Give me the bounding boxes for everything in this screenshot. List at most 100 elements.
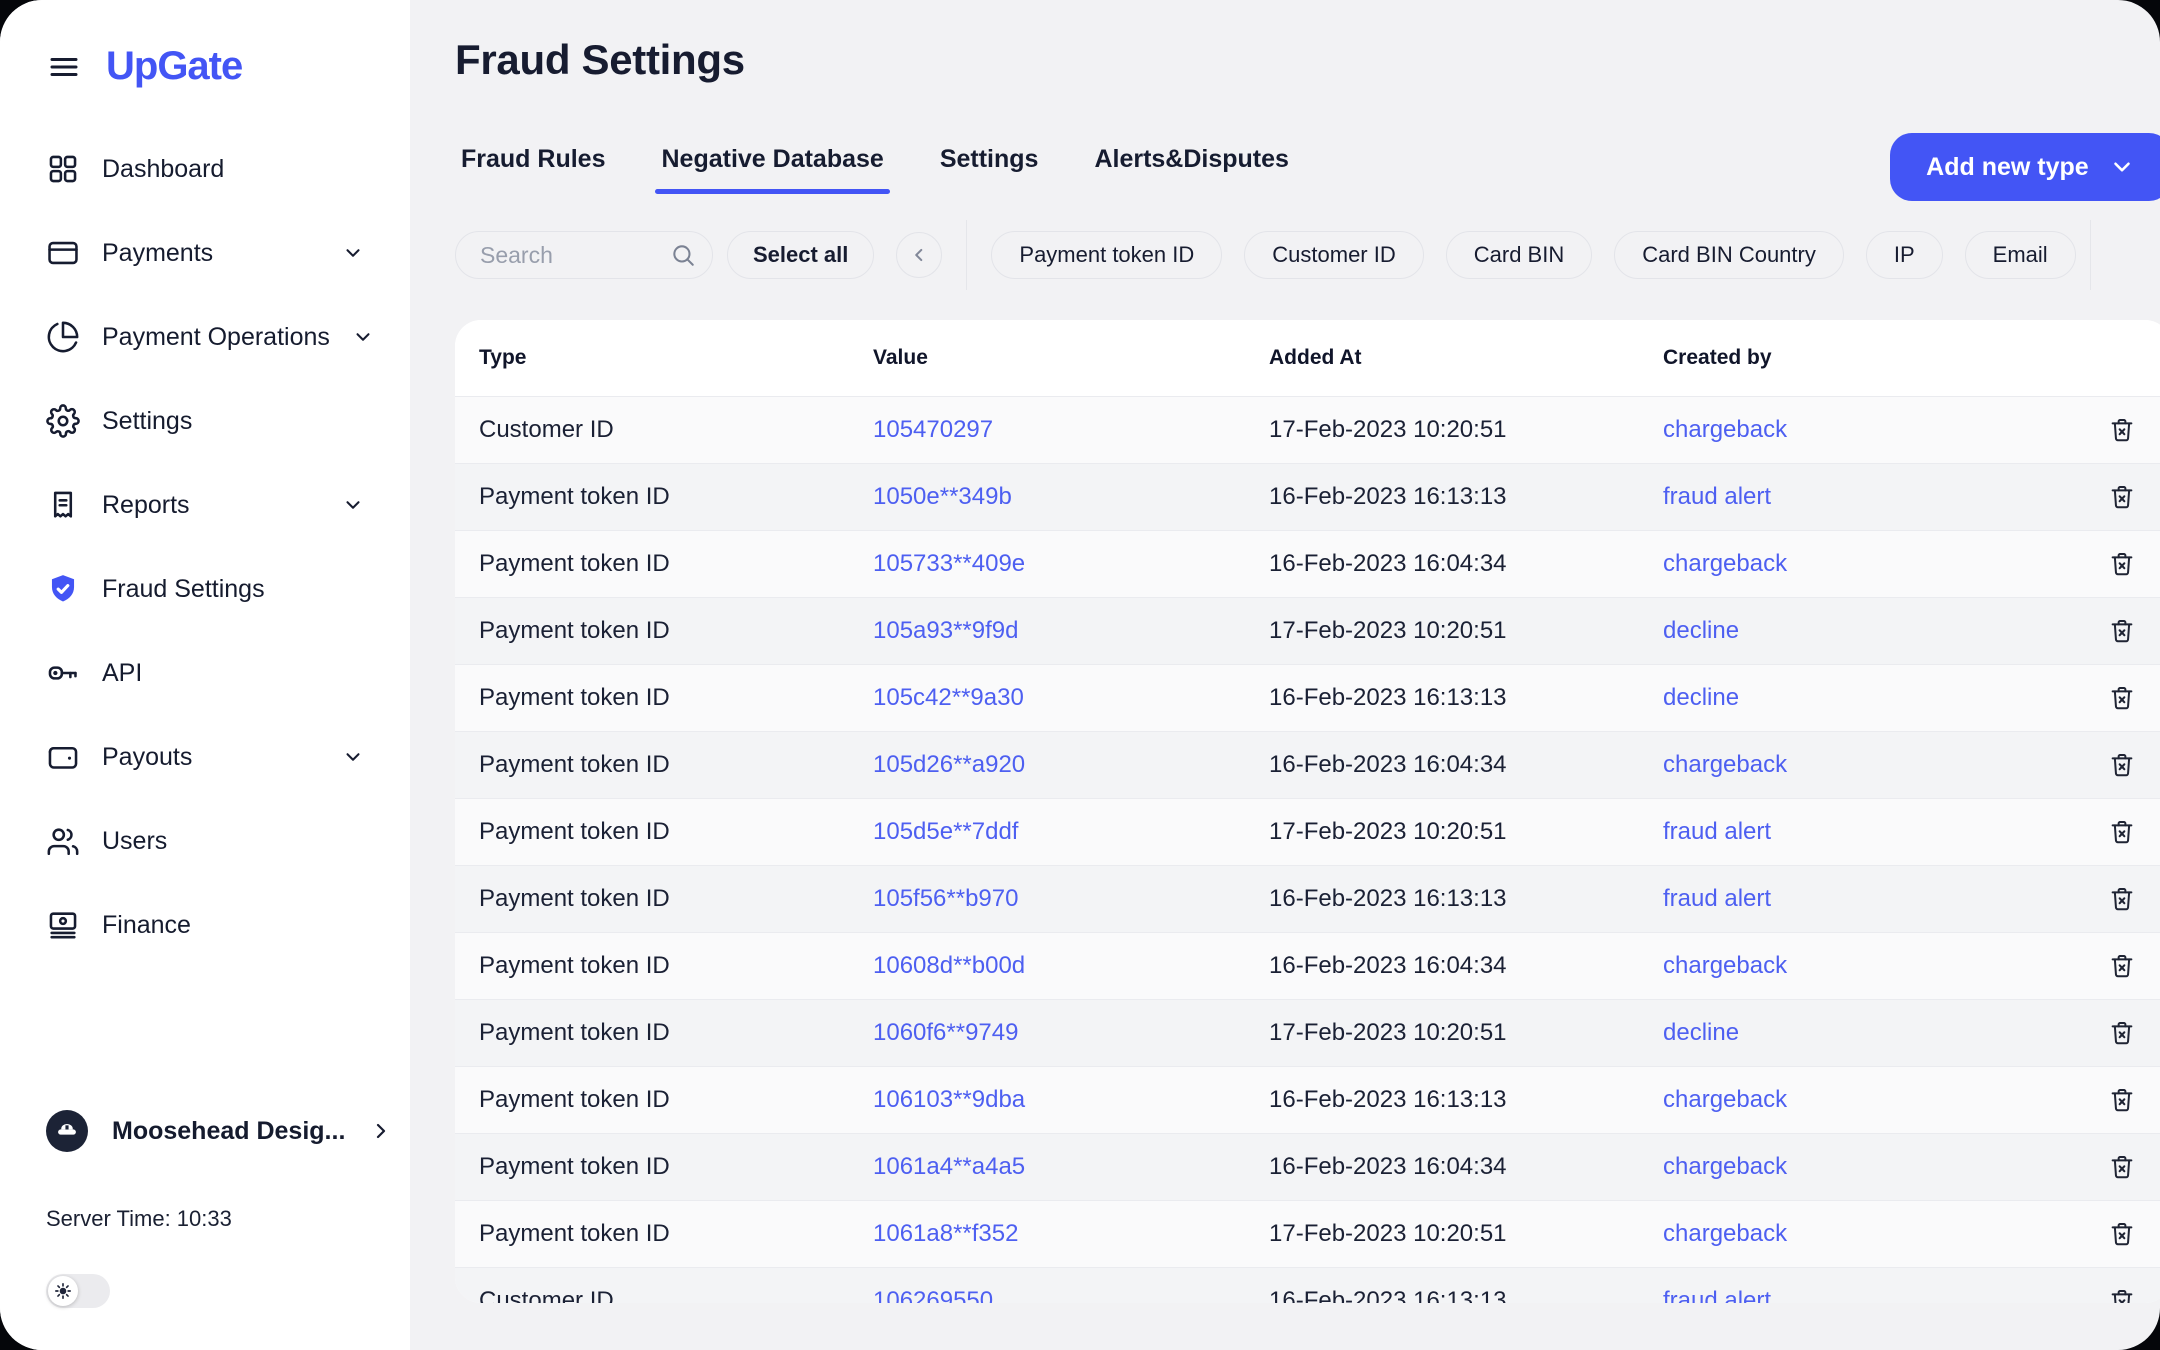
row-created-by-link[interactable]: fraud alert	[1663, 818, 1771, 845]
row-created-by-link[interactable]: fraud alert	[1663, 483, 1771, 510]
row-created-by-link[interactable]: chargeback	[1663, 1220, 1787, 1247]
row-value-link[interactable]: 105733**409e	[873, 550, 1025, 577]
table-row: Payment token ID 1050e**349b 16-Feb-2023…	[455, 463, 2160, 530]
sidebar-item-dashboard[interactable]: Dashboard	[0, 127, 410, 211]
delete-row-button[interactable]	[2105, 480, 2139, 514]
filter-chip[interactable]: IP	[1866, 231, 1943, 279]
sidebar-item-finance[interactable]: Finance	[0, 883, 410, 967]
delete-row-button[interactable]	[2105, 882, 2139, 916]
sidebar-item-fraud-settings[interactable]: Fraud Settings	[0, 547, 410, 631]
sidebar-item-settings[interactable]: Settings	[0, 379, 410, 463]
trash-icon	[2107, 1219, 2137, 1249]
sidebar-item-payment-operations[interactable]: Payment Operations	[0, 295, 410, 379]
sidebar-item-label: Payouts	[102, 743, 192, 772]
delete-row-button[interactable]	[2105, 413, 2139, 447]
trash-icon	[2107, 1085, 2137, 1115]
table-row: Payment token ID 105733**409e 16-Feb-202…	[455, 530, 2160, 597]
filter-chip[interactable]: Payment token ID	[991, 231, 1222, 279]
row-created-by-link[interactable]: chargeback	[1663, 1153, 1787, 1180]
row-value-link[interactable]: 1050e**349b	[873, 483, 1012, 510]
row-value-link[interactable]: 105d5e**7ddf	[873, 818, 1018, 845]
row-value-link[interactable]: 105470297	[873, 416, 993, 443]
select-all-button[interactable]: Select all	[727, 231, 874, 279]
row-created-by-link[interactable]: fraud alert	[1663, 885, 1771, 912]
sidebar-item-payouts[interactable]: Payouts	[0, 715, 410, 799]
row-value-link[interactable]: 105d26**a920	[873, 751, 1025, 778]
table-row: Customer ID 106269550 16-Feb-2023 16:13:…	[455, 1267, 2160, 1303]
row-created-by-link[interactable]: decline	[1663, 1019, 1739, 1046]
delete-row-button[interactable]	[2105, 614, 2139, 648]
add-new-type-button[interactable]: Add new type	[1890, 133, 2160, 201]
row-type: Payment token ID	[479, 550, 873, 578]
delete-row-button[interactable]	[2105, 547, 2139, 581]
filter-chip[interactable]: Card BIN Country	[1614, 231, 1844, 279]
row-added-at: 16-Feb-2023 16:04:34	[1269, 550, 1663, 578]
hamburger-menu-icon[interactable]	[46, 49, 82, 85]
banknote-icon	[46, 908, 80, 942]
table-row: Payment token ID 105d26**a920 16-Feb-202…	[455, 731, 2160, 798]
row-value-link[interactable]: 1061a8**f352	[873, 1220, 1018, 1247]
search-input[interactable]	[478, 241, 660, 270]
sidebar-item-reports[interactable]: Reports	[0, 463, 410, 547]
row-added-at: 16-Feb-2023 16:13:13	[1269, 684, 1663, 712]
filter-chip[interactable]: Email	[1965, 231, 2076, 279]
row-value-link[interactable]: 105f56**b970	[873, 885, 1018, 912]
filter-chip[interactable]: Customer ID	[1244, 231, 1423, 279]
row-created-by-link[interactable]: chargeback	[1663, 952, 1787, 979]
row-value-link[interactable]: 1061a4**a4a5	[873, 1153, 1025, 1180]
row-added-at: 17-Feb-2023 10:20:51	[1269, 818, 1663, 846]
row-value-link[interactable]: 105c42**9a30	[873, 684, 1024, 711]
sidebar-item-api[interactable]: API	[0, 631, 410, 715]
tab-negative-database[interactable]: Negative Database	[655, 144, 889, 194]
row-created-by-link[interactable]: decline	[1663, 617, 1739, 644]
row-value-link[interactable]: 106103**9dba	[873, 1086, 1025, 1113]
row-added-at: 16-Feb-2023 16:13:13	[1269, 885, 1663, 913]
table-row: Payment token ID 1061a4**a4a5 16-Feb-202…	[455, 1133, 2160, 1200]
row-added-at: 16-Feb-2023 16:04:34	[1269, 1153, 1663, 1181]
delete-row-button[interactable]	[2105, 1083, 2139, 1117]
delete-row-button[interactable]	[2105, 1150, 2139, 1184]
sidebar-item-label: API	[102, 659, 142, 688]
delete-row-button[interactable]	[2105, 949, 2139, 983]
column-header-created-by: Created by	[1663, 346, 2067, 370]
delete-row-button[interactable]	[2105, 1284, 2139, 1303]
sidebar-item-users[interactable]: Users	[0, 799, 410, 883]
theme-toggle[interactable]	[46, 1274, 110, 1308]
filter-chip[interactable]: Card BIN	[1446, 231, 1592, 279]
delete-row-button[interactable]	[2105, 815, 2139, 849]
tab-settings[interactable]: Settings	[934, 144, 1045, 194]
delete-row-button[interactable]	[2105, 1016, 2139, 1050]
row-created-by-link[interactable]: chargeback	[1663, 550, 1787, 577]
account-switcher[interactable]: Moosehead Desig...	[46, 1110, 366, 1152]
tab-alerts-disputes[interactable]: Alerts&Disputes	[1088, 144, 1295, 194]
trash-icon	[2107, 951, 2137, 981]
sun-icon	[48, 1276, 78, 1306]
main-content: Fraud Settings Add new type Fraud Rules …	[410, 0, 2160, 1350]
chevron-down-icon	[342, 242, 364, 264]
avatar	[46, 1110, 88, 1152]
row-created-by-link[interactable]: chargeback	[1663, 1086, 1787, 1113]
row-type: Payment token ID	[479, 483, 873, 511]
row-created-by-link[interactable]: chargeback	[1663, 751, 1787, 778]
row-value-link[interactable]: 1060f6**9749	[873, 1019, 1018, 1046]
column-header-value: Value	[873, 346, 1269, 370]
sidebar-item-payments[interactable]: Payments	[0, 211, 410, 295]
chevron-right-icon	[369, 1119, 393, 1143]
trash-icon	[2107, 884, 2137, 914]
row-value-link[interactable]: 105a93**9f9d	[873, 617, 1018, 644]
row-value-link[interactable]: 10608d**b00d	[873, 952, 1025, 979]
row-value-link[interactable]: 106269550	[873, 1287, 993, 1303]
trash-icon	[2107, 482, 2137, 512]
delete-row-button[interactable]	[2105, 748, 2139, 782]
delete-row-button[interactable]	[2105, 1217, 2139, 1251]
delete-row-button[interactable]	[2105, 681, 2139, 715]
row-created-by-link[interactable]: chargeback	[1663, 416, 1787, 443]
sidebar-item-label: Fraud Settings	[102, 575, 265, 604]
scroll-chips-left-button[interactable]	[896, 232, 942, 278]
sidebar-nav: Dashboard Payments Payment Operations	[0, 127, 410, 967]
sidebar-item-label: Users	[102, 827, 167, 856]
row-created-by-link[interactable]: decline	[1663, 684, 1739, 711]
tab-fraud-rules[interactable]: Fraud Rules	[455, 144, 611, 194]
row-created-by-link[interactable]: fraud alert	[1663, 1287, 1771, 1303]
row-added-at: 16-Feb-2023 16:13:13	[1269, 1086, 1663, 1114]
